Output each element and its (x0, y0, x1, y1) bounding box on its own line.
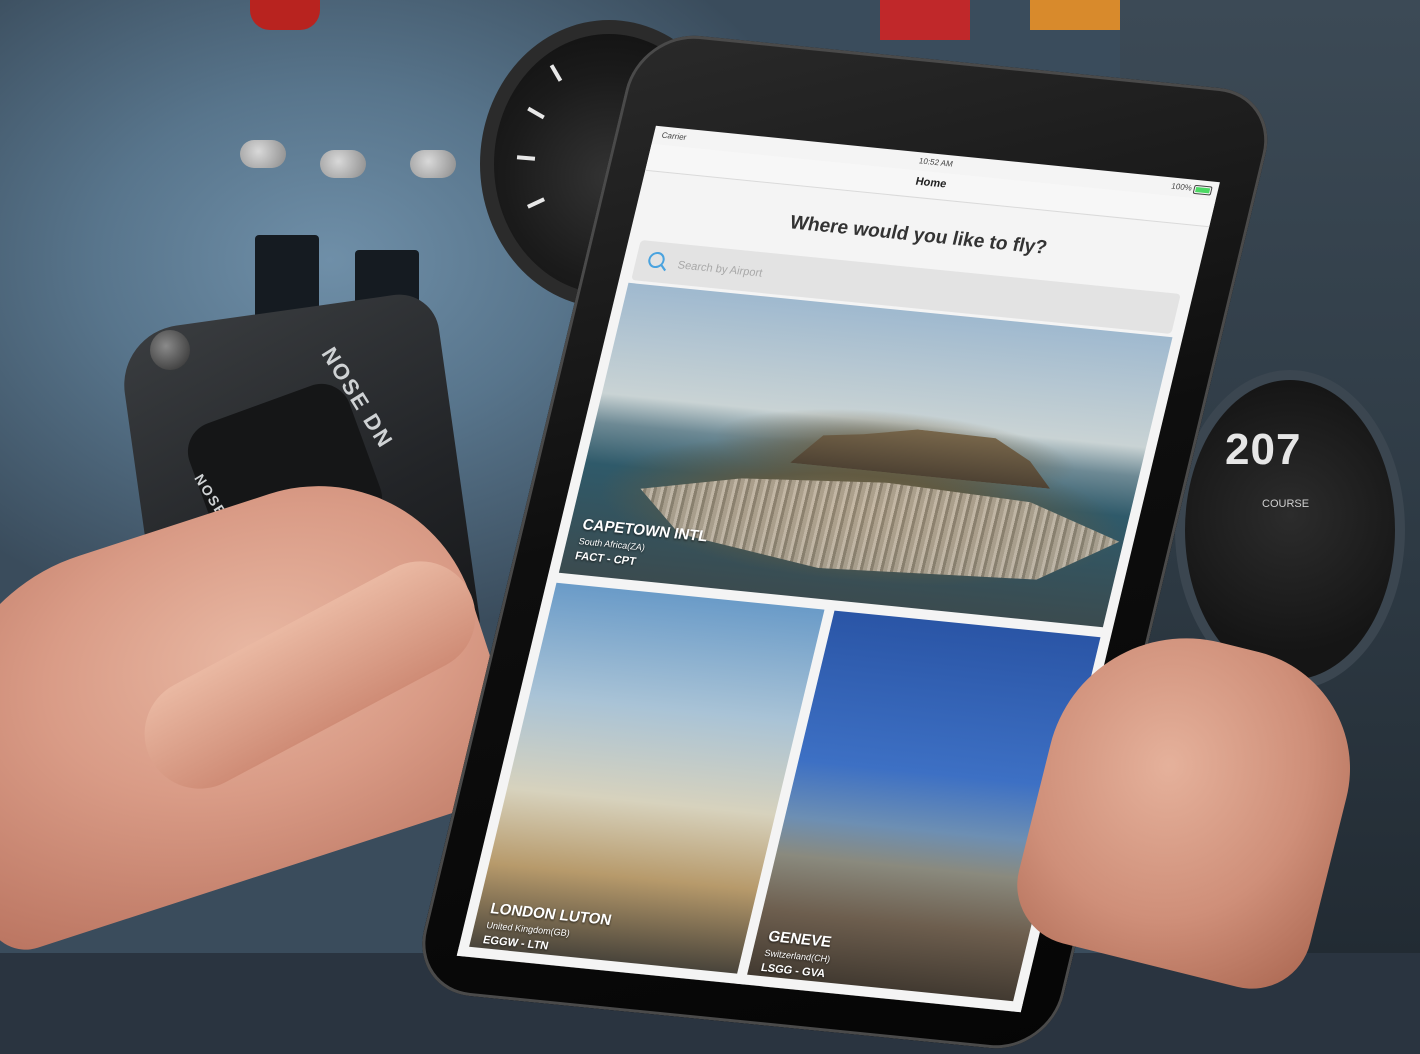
gauge-tick (526, 197, 546, 209)
yoke-toggle (150, 330, 190, 370)
gauge-tick (549, 64, 563, 82)
search-icon (646, 251, 667, 269)
airport-label: GENEVE Switzerland(CH) LSGG - GVA (760, 928, 837, 981)
nav-title: Home (914, 175, 948, 191)
airport-card-cpt[interactable]: CAPETOWN INTL South Africa(ZA) FACT - CP… (558, 282, 1173, 628)
red-lever (880, 0, 970, 40)
gauge-tick (516, 155, 536, 161)
gauge-value: 207 (1225, 425, 1302, 474)
toggle-switch (240, 140, 286, 168)
toggle-switch (410, 150, 456, 178)
toggle-switch (320, 150, 366, 178)
gauge-label: COURSE (1262, 498, 1310, 510)
gauge-tick (527, 106, 545, 120)
battery-percent: 100% (1170, 181, 1193, 193)
airport-name: GENEVE (766, 927, 834, 952)
camera-dot (945, 106, 955, 115)
red-knob (250, 0, 320, 30)
table-mountain-image (790, 413, 1062, 489)
battery-icon (1192, 184, 1213, 196)
